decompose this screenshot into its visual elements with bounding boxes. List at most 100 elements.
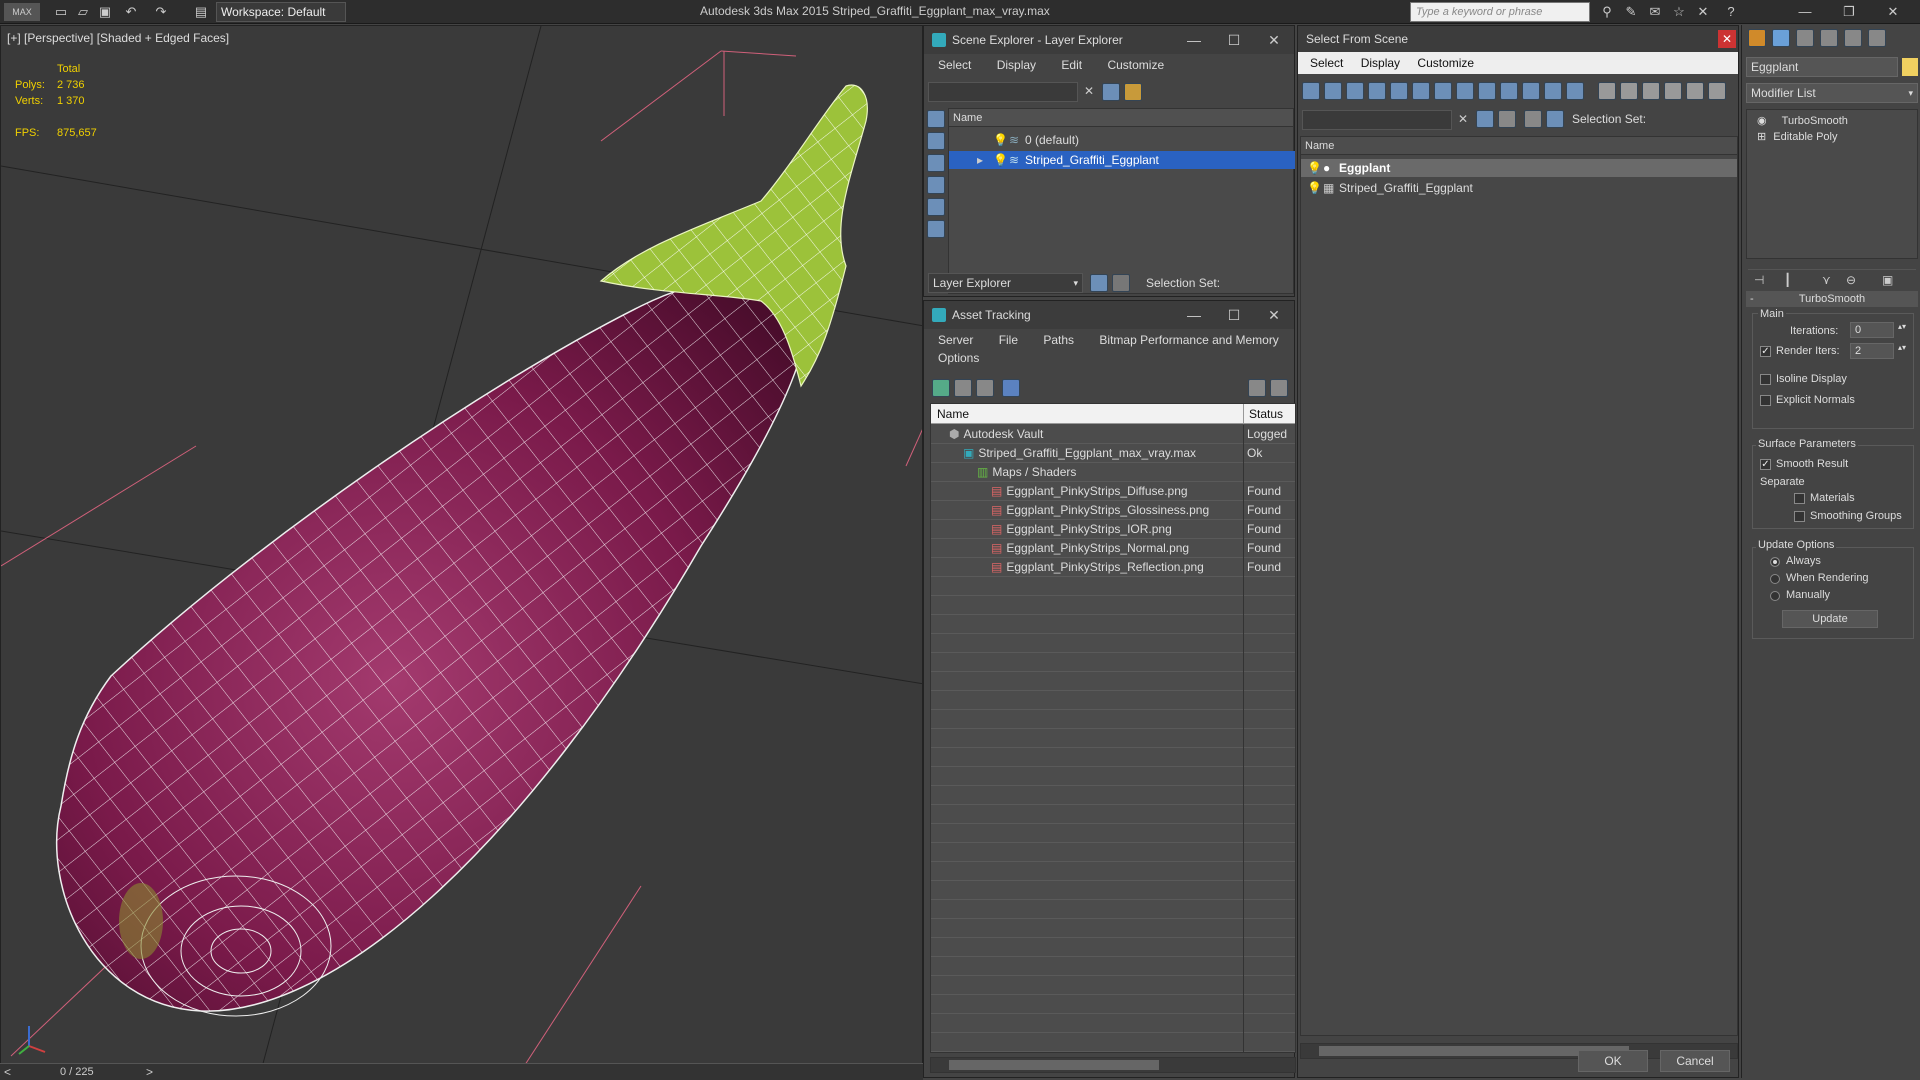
show-end-result-icon[interactable]: ┃ (1784, 273, 1791, 287)
spinner-arrows-icon[interactable]: ▴▾ (1898, 343, 1906, 352)
layer-row-selected[interactable]: ▸ 💡 ≋ Striped_Graffiti_Eggplant (949, 151, 1295, 169)
lightbulb-icon[interactable]: 💡 (1307, 179, 1322, 197)
thumbnail-icon[interactable] (976, 379, 994, 397)
asset-row[interactable] (931, 672, 1295, 691)
close-icon[interactable]: ✕ (1254, 26, 1294, 54)
asset-row[interactable] (931, 957, 1295, 976)
favorites-star-icon[interactable]: ☆ (1670, 3, 1688, 21)
display-lights-icon[interactable] (1368, 82, 1386, 100)
layer-tool-icon[interactable] (1124, 83, 1142, 101)
menu-select[interactable]: Select (1310, 56, 1343, 70)
menu-edit[interactable]: Edit (1061, 58, 1082, 72)
object-row-selected[interactable]: 💡 ● Eggplant (1301, 159, 1737, 177)
close-icon[interactable]: ✕ (1884, 3, 1902, 21)
asset-row[interactable] (931, 691, 1295, 710)
list-icon[interactable] (954, 379, 972, 397)
time-next-icon[interactable]: > (146, 1065, 153, 1079)
asset-row[interactable] (931, 938, 1295, 957)
restore-icon[interactable]: ❐ (1840, 3, 1858, 21)
lightbulb-icon[interactable]: 💡 (1307, 159, 1322, 177)
menu-paths[interactable]: Paths (1043, 333, 1074, 347)
asset-row[interactable] (931, 596, 1295, 615)
smoothing-groups-checkbox[interactable] (1794, 511, 1805, 522)
modify-tab-icon[interactable] (1772, 29, 1790, 47)
asset-row[interactable] (931, 710, 1295, 729)
redo-icon[interactable]: ↷ (152, 3, 170, 21)
asset-row[interactable] (931, 577, 1295, 596)
asset-row[interactable] (931, 653, 1295, 672)
maximize-icon[interactable]: ☐ (1214, 26, 1254, 54)
asset-row[interactable]: ▤ Eggplant_PinkyStrips_Reflection.png Foun… (931, 558, 1295, 577)
maximize-icon[interactable]: ☐ (1214, 301, 1254, 329)
update-button[interactable]: Update (1782, 610, 1878, 628)
create-tab-icon[interactable] (1748, 29, 1766, 47)
layer-mode-icon[interactable] (1090, 274, 1108, 292)
column-name[interactable]: Name (937, 407, 969, 421)
menu-options[interactable]: Options (938, 351, 979, 365)
smooth-result-checkbox[interactable]: ✓ (1760, 459, 1771, 470)
viewport-label[interactable]: [+] [Perspective] [Shaded + Edged Faces] (7, 31, 229, 45)
asset-horizontal-scrollbar[interactable] (930, 1057, 1296, 1073)
asset-row[interactable] (931, 900, 1295, 919)
minimize-icon[interactable]: — (1174, 301, 1214, 329)
object-color-swatch[interactable] (1902, 58, 1918, 76)
menu-customize[interactable]: Customize (1417, 56, 1474, 70)
render-iters-spinner[interactable]: 2 (1850, 343, 1894, 359)
always-radio[interactable] (1770, 557, 1780, 567)
manually-radio[interactable] (1770, 591, 1780, 601)
stack-item-editable-poly[interactable]: ⊞ Editable Poly (1757, 130, 1838, 143)
expand-arrow-icon[interactable]: ▸ (977, 151, 983, 169)
pin-stack-icon[interactable]: ⊣ (1754, 273, 1764, 287)
materials-checkbox[interactable] (1794, 493, 1805, 504)
display-hidden-icon[interactable] (1566, 82, 1584, 100)
display-geometry-icon[interactable] (927, 110, 945, 128)
menu-server[interactable]: Server (938, 333, 973, 347)
save-file-icon[interactable]: ▣ (96, 3, 114, 21)
asset-row[interactable] (931, 767, 1295, 786)
hierarchy-icon[interactable] (1112, 274, 1130, 292)
filter-icon[interactable] (1102, 83, 1120, 101)
asset-row[interactable] (931, 862, 1295, 881)
object-row[interactable]: 💡 ▦ Striped_Graffiti_Eggplant (1301, 179, 1737, 197)
motion-tab-icon[interactable] (1820, 29, 1838, 47)
isoline-display-checkbox[interactable] (1760, 374, 1771, 385)
explorer-type-dropdown[interactable]: Layer Explorer ▾ (928, 273, 1083, 293)
minimize-icon[interactable]: — (1174, 26, 1214, 54)
rollout-header[interactable]: - TurboSmooth (1746, 291, 1918, 307)
time-prev-icon[interactable]: < (4, 1065, 11, 1079)
project-folder-icon[interactable]: ▤ (192, 3, 210, 21)
asset-row[interactable] (931, 919, 1295, 938)
asset-row[interactable]: ▤ Eggplant_PinkyStrips_Normal.png Found (931, 539, 1295, 558)
menu-file[interactable]: File (999, 333, 1018, 347)
display-cameras-icon[interactable] (1390, 82, 1408, 100)
refresh-icon[interactable] (932, 379, 950, 397)
perspective-viewport[interactable]: [+] [Perspective] [Shaded + Edged Faces]… (0, 25, 923, 1070)
lightbulb-icon[interactable]: 💡 (993, 151, 1008, 169)
time-slider[interactable]: < 0 / 225 > (0, 1063, 923, 1080)
asset-row[interactable] (931, 1014, 1295, 1033)
layer-row[interactable]: 💡 ≋ 0 (default) (949, 131, 1295, 149)
remove-modifier-icon[interactable]: ⊖ (1846, 273, 1856, 287)
asset-row[interactable] (931, 843, 1295, 862)
object-name-field[interactable]: Eggplant (1746, 57, 1898, 77)
asset-row[interactable]: ▥ Maps / Shaders (931, 463, 1295, 482)
table-view-icon[interactable] (1002, 379, 1020, 397)
asset-row[interactable]: ▤ Eggplant_PinkyStrips_Glossiness.png Foun… (931, 501, 1295, 520)
close-icon[interactable]: ✕ (1718, 30, 1736, 48)
spinner-arrows-icon[interactable]: ▴▾ (1898, 322, 1906, 331)
display-shapes-icon[interactable] (927, 132, 945, 150)
layer-icon[interactable] (1524, 110, 1542, 128)
display-helpers-icon[interactable] (1412, 82, 1430, 100)
explicit-normals-checkbox[interactable] (1760, 395, 1771, 406)
display-spacewarps-icon[interactable] (927, 220, 945, 238)
column-status[interactable]: Status (1249, 407, 1283, 421)
max-logo-icon[interactable]: MAX (4, 3, 40, 21)
display-lights-icon[interactable] (927, 154, 945, 172)
display-bones-icon[interactable] (1500, 82, 1518, 100)
display-cameras-icon[interactable] (927, 176, 945, 194)
binoculars-icon[interactable]: ⚲ (1598, 3, 1616, 21)
asset-tracking-titlebar[interactable]: Asset Tracking — ☐ ✕ (924, 301, 1294, 329)
ok-button[interactable]: OK (1578, 1050, 1648, 1072)
menu-customize[interactable]: Customize (1107, 58, 1164, 72)
find-input[interactable] (1302, 110, 1452, 130)
